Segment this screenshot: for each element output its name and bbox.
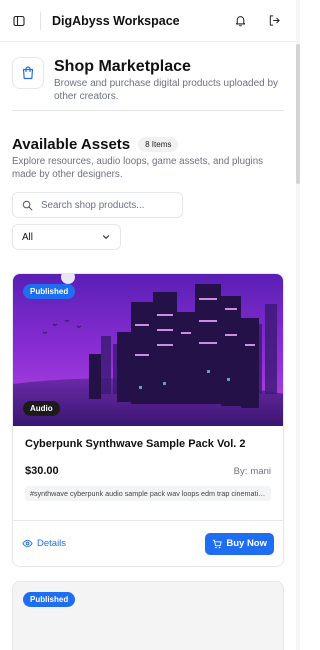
- card-footer: Details Buy Now: [13, 520, 283, 566]
- notifications-button[interactable]: [230, 11, 250, 31]
- status-badge: Published: [23, 284, 76, 299]
- eye-icon: [22, 539, 33, 548]
- assets-title: Available Assets: [12, 136, 131, 153]
- page-title: Shop Marketplace: [54, 58, 191, 75]
- bell-icon: [235, 16, 245, 27]
- author-name: mani: [250, 465, 271, 477]
- page-header: Shop Marketplace Browse and purchase dig…: [12, 57, 284, 103]
- details-label: Details: [37, 538, 67, 549]
- search-input[interactable]: [41, 199, 171, 211]
- app-header: DigAbyss Workspace: [0, 0, 296, 42]
- product-thumbnail[interactable]: Published Audio: [13, 274, 283, 426]
- app-title: DigAbyss Workspace: [52, 13, 180, 28]
- page-description: Browse and purchase digital products upl…: [54, 78, 279, 102]
- product-title[interactable]: Cyberpunk Synthwave Sample Pack Vol. 2: [25, 438, 271, 450]
- status-badge: Published: [23, 592, 76, 607]
- assets-header: Available Assets 8 Items: [12, 136, 179, 153]
- search-icon: [22, 200, 33, 210]
- product-card[interactable]: Published Audio Cyberpunk Synthwave Samp…: [12, 273, 284, 567]
- item-count-badge: 8 Items: [138, 137, 179, 152]
- assets-description: Explore resources, audio loops, game ass…: [12, 156, 264, 180]
- category-filter-value: All: [22, 231, 33, 243]
- sidebar-toggle-button[interactable]: [8, 10, 30, 32]
- header-divider: [40, 11, 41, 30]
- buy-now-label: Buy Now: [226, 538, 267, 549]
- shopping-bag-icon: [22, 66, 34, 80]
- cart-icon: [213, 539, 222, 548]
- sidebar-toggle-icon: [13, 15, 25, 26]
- product-card[interactable]: Published: [12, 581, 284, 650]
- buy-now-button[interactable]: Buy Now: [205, 532, 274, 555]
- chevron-down-icon: [102, 235, 110, 239]
- details-link[interactable]: Details: [22, 538, 66, 549]
- category-filter-select[interactable]: All: [12, 224, 121, 250]
- product-tags: #synthwave cyberpunk audio sample pack w…: [25, 486, 271, 501]
- logout-icon: [269, 15, 280, 26]
- page-scrollbar[interactable]: [296, 0, 300, 650]
- author-prefix: By:: [233, 465, 248, 477]
- shop-icon-box: [12, 57, 44, 89]
- product-price: $30.00: [25, 465, 59, 477]
- product-type-badge: Audio: [23, 401, 60, 416]
- search-box[interactable]: [12, 192, 183, 218]
- scrollbar-thumb[interactable]: [296, 44, 300, 184]
- product-author: By: mani: [234, 466, 271, 477]
- logout-button[interactable]: [264, 11, 284, 31]
- section-divider: [12, 110, 284, 111]
